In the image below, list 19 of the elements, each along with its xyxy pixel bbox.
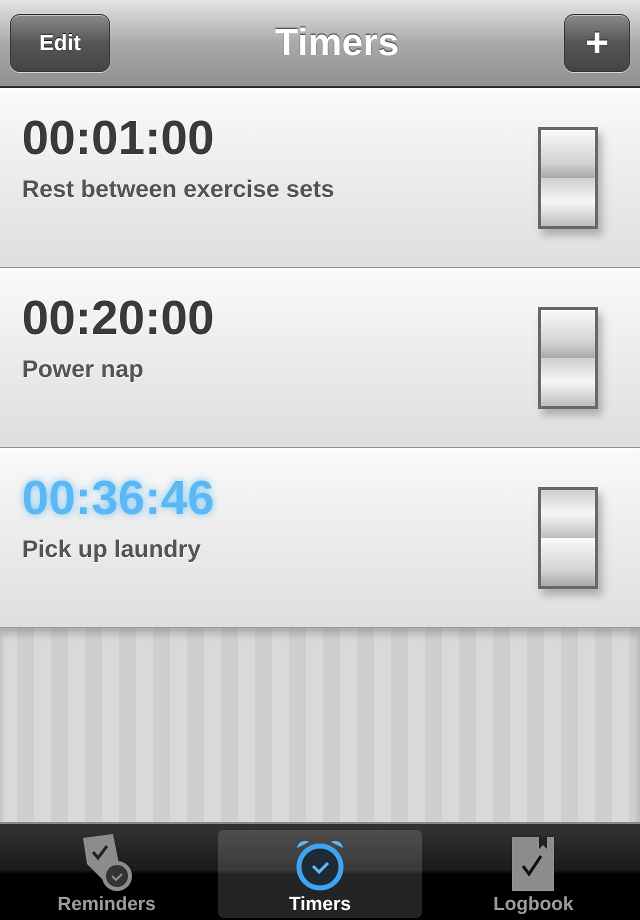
timer-label: Rest between exercise sets [22, 176, 334, 204]
timer-label: Pick up laundry [22, 536, 201, 564]
checked-book-icon [511, 836, 556, 892]
timer-row[interactable]: 00:20:00 Power nap [0, 268, 640, 448]
tab[interactable]: Timers [218, 830, 422, 918]
timer-time: 00:20:00 [22, 291, 214, 346]
timer-time: 00:01:00 [22, 111, 214, 166]
rocker-switch[interactable] [538, 306, 598, 408]
rocker-switch[interactable] [538, 126, 598, 228]
timer-row[interactable]: 00:36:46 Pick up laundry [0, 448, 640, 628]
timer-label: Power nap [22, 356, 144, 384]
tab[interactable]: Reminders [4, 830, 209, 918]
edit-button[interactable]: Edit [10, 14, 110, 72]
window-title: Timers [275, 22, 399, 64]
tab[interactable]: Logbook [431, 830, 636, 918]
add-button[interactable]: + [564, 14, 630, 72]
timer-time: 00:36:46 [22, 471, 214, 526]
timer-row[interactable]: 00:01:00 Rest between exercise sets [0, 88, 640, 268]
rocker-switch[interactable] [538, 486, 598, 588]
